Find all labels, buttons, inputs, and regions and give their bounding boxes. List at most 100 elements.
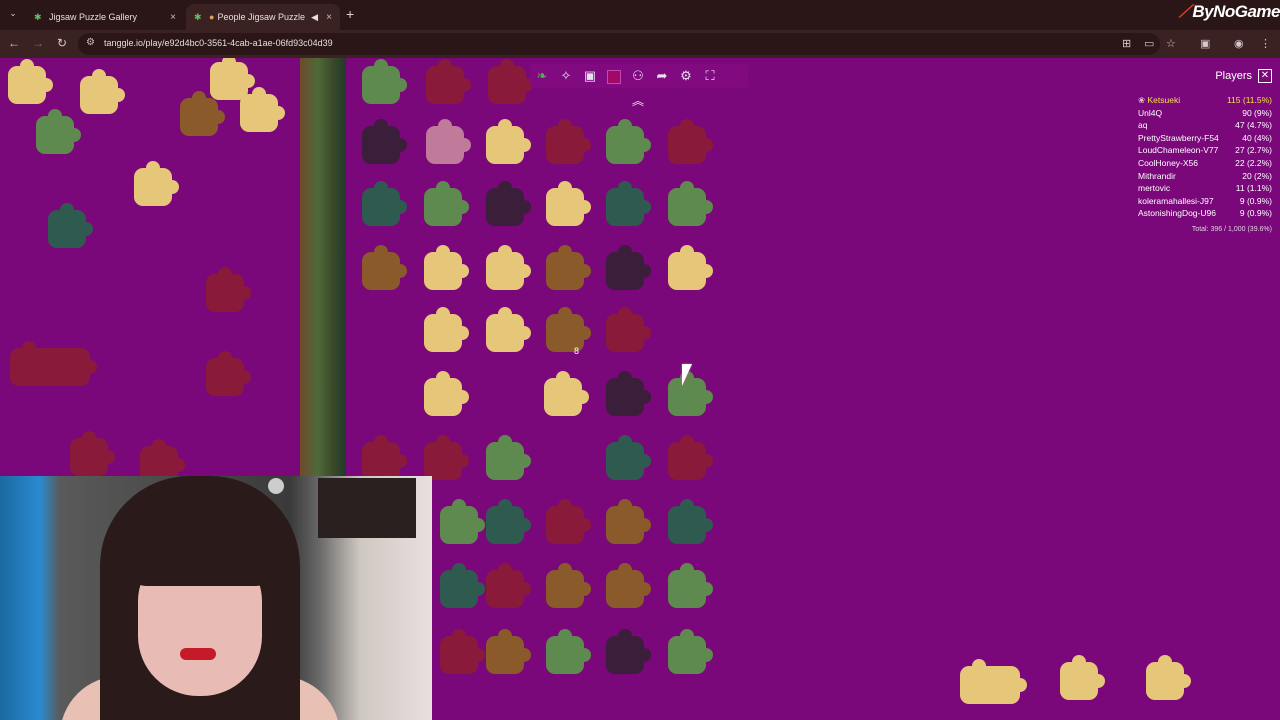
puzzle-piece[interactable] xyxy=(424,245,469,290)
puzzle-piece[interactable] xyxy=(424,435,469,480)
profile-avatar-icon[interactable]: ◉ xyxy=(1234,37,1244,50)
puzzle-piece[interactable] xyxy=(606,245,651,290)
puzzle-piece[interactable] xyxy=(1060,655,1105,700)
puzzle-piece[interactable] xyxy=(668,181,713,226)
puzzle-piece[interactable] xyxy=(240,87,285,132)
puzzle-piece[interactable] xyxy=(486,307,531,352)
puzzle-piece[interactable] xyxy=(546,499,591,544)
puzzle-piece[interactable] xyxy=(668,629,713,674)
reload-icon[interactable]: ↻ xyxy=(54,36,70,50)
translate-icon[interactable]: ⊞ xyxy=(1122,37,1131,50)
puzzle-piece[interactable] xyxy=(606,371,651,416)
player-row: ❀ Ketsueki 115 (11.5%) xyxy=(1138,94,1272,107)
puzzle-piece[interactable] xyxy=(668,245,713,290)
puzzle-piece[interactable] xyxy=(440,629,485,674)
puzzle-piece[interactable] xyxy=(486,119,531,164)
puzzle-piece[interactable] xyxy=(546,119,591,164)
fullscreen-icon[interactable]: ⛶ xyxy=(698,64,722,88)
puzzle-piece[interactable] xyxy=(362,119,407,164)
puzzle-piece[interactable] xyxy=(668,435,713,480)
cast-icon[interactable]: ▭ xyxy=(1144,37,1154,50)
puzzle-piece[interactable] xyxy=(606,563,651,608)
puzzle-piece-icon[interactable]: ✧ xyxy=(554,64,578,88)
puzzle-piece[interactable] xyxy=(486,245,531,290)
puzzle-piece[interactable] xyxy=(134,161,179,206)
puzzle-piece[interactable] xyxy=(426,59,471,104)
puzzle-piece[interactable] xyxy=(362,59,407,104)
player-list: ❀ Ketsueki 115 (11.5%) Unl4Q 90 (9%) aq 47 … xyxy=(1138,94,1272,220)
puzzle-piece[interactable] xyxy=(606,435,651,480)
puzzle-piece[interactable] xyxy=(206,267,251,312)
player-row: aq 47 (4.7%) xyxy=(1138,119,1272,132)
puzzle-piece[interactable] xyxy=(606,119,651,164)
puzzle-piece[interactable] xyxy=(544,371,589,416)
bookmark-star-icon[interactable]: ☆ xyxy=(1166,37,1176,50)
puzzle-piece[interactable] xyxy=(426,119,471,164)
extensions-icon[interactable]: ▣ xyxy=(1200,37,1210,50)
chevron-down-icon[interactable]: ⌄ xyxy=(6,8,20,22)
puzzle-piece[interactable] xyxy=(362,181,407,226)
puzzle-piece[interactable] xyxy=(546,245,591,290)
puzzle-piece[interactable] xyxy=(1146,655,1191,700)
puzzle-piece[interactable] xyxy=(606,629,651,674)
puzzle-piece[interactable] xyxy=(546,629,591,674)
puzzle-piece[interactable] xyxy=(486,499,531,544)
image-preview-icon[interactable]: ▣ xyxy=(578,64,602,88)
collapse-toolbar-icon[interactable]: ︽ xyxy=(632,92,644,109)
tab-jigsaw-gallery[interactable]: ✱ Jigsaw Puzzle Gallery × xyxy=(26,4,184,30)
puzzle-piece[interactable] xyxy=(424,307,469,352)
puzzle-piece[interactable] xyxy=(606,181,651,226)
webcam-overlay xyxy=(0,476,432,720)
puzzle-piece[interactable] xyxy=(424,181,469,226)
puzzle-piece[interactable] xyxy=(440,499,485,544)
speaker-icon[interactable]: ◀ xyxy=(311,12,318,23)
puzzle-piece[interactable] xyxy=(8,59,53,104)
url-field[interactable]: ⚙ tanggle.io/play/e92d4bc0-3561-4cab-a1a… xyxy=(78,33,1160,55)
tab-people-jigsaw[interactable]: ✱ ● People Jigsaw Puzzle ◀ × xyxy=(186,4,340,30)
puzzle-piece[interactable] xyxy=(440,563,485,608)
back-icon[interactable]: ← xyxy=(6,36,22,50)
puzzle-piece[interactable] xyxy=(488,59,533,104)
player-score: 9 (0.9%) xyxy=(1239,195,1272,206)
puzzle-piece[interactable] xyxy=(668,563,713,608)
puzzle-piece[interactable] xyxy=(10,341,97,386)
puzzle-piece[interactable] xyxy=(960,659,1027,704)
player-name: AstonishingDog-U96 xyxy=(1138,208,1216,219)
new-tab-button[interactable]: + xyxy=(346,6,354,22)
puzzle-piece[interactable] xyxy=(180,91,225,136)
puzzle-piece[interactable] xyxy=(668,499,713,544)
settings-icon[interactable]: ⚙ xyxy=(674,64,698,88)
puzzle-piece[interactable] xyxy=(424,371,469,416)
logo-icon[interactable]: ❧ xyxy=(530,64,554,88)
puzzle-piece[interactable] xyxy=(606,307,651,352)
puzzle-piece[interactable] xyxy=(36,109,81,154)
color-swatch[interactable] xyxy=(602,64,626,88)
player-score: 90 (9%) xyxy=(1242,107,1272,118)
puzzle-piece[interactable] xyxy=(486,181,531,226)
puzzle-piece[interactable] xyxy=(210,58,255,100)
puzzle-piece[interactable] xyxy=(668,119,713,164)
url-text[interactable]: tanggle.io/play/e92d4bc0-3561-4cab-a1ae-… xyxy=(104,38,333,48)
puzzle-piece[interactable] xyxy=(362,245,407,290)
puzzle-piece[interactable] xyxy=(486,435,531,480)
forward-icon[interactable]: → xyxy=(30,36,46,50)
players-icon[interactable]: ⚇ xyxy=(626,64,650,88)
puzzle-piece[interactable] xyxy=(80,69,125,114)
puzzle-piece[interactable] xyxy=(70,431,115,476)
puzzle-piece[interactable] xyxy=(606,499,651,544)
puzzle-piece[interactable] xyxy=(362,435,407,480)
puzzle-piece[interactable] xyxy=(48,203,93,248)
puzzle-piece[interactable] xyxy=(486,629,531,674)
puzzle-piece[interactable] xyxy=(546,563,591,608)
close-icon[interactable]: × xyxy=(170,12,176,23)
puzzle-piece[interactable] xyxy=(486,563,531,608)
player-name: Unl4Q xyxy=(1138,107,1163,118)
site-info-icon[interactable]: ⚙ xyxy=(86,37,95,48)
puzzle-piece[interactable] xyxy=(206,351,251,396)
total-progress: Total: 396 / 1,000 (39.6%) xyxy=(1191,225,1272,233)
close-icon[interactable]: × xyxy=(326,12,332,23)
menu-icon[interactable]: ⋮ xyxy=(1260,37,1271,50)
close-icon[interactable]: ✕ xyxy=(1258,69,1272,83)
puzzle-piece[interactable] xyxy=(546,181,591,226)
share-icon[interactable]: ➦ xyxy=(650,64,674,88)
